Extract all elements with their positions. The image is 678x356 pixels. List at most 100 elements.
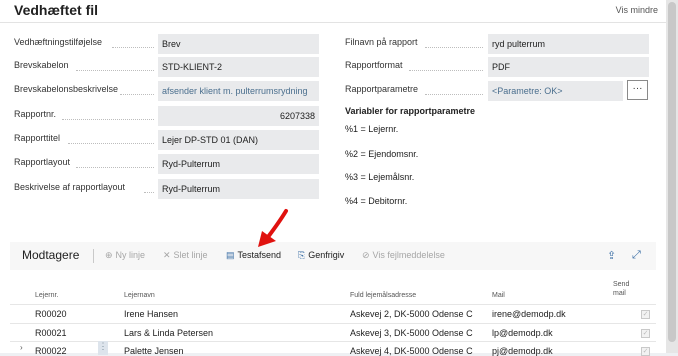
variable-line: %3 = Lejemålsnr. <box>345 172 415 182</box>
field-label: Filnavn på rapport <box>345 37 418 47</box>
field-value[interactable]: Brev <box>158 34 319 54</box>
header-line: mail <box>613 290 626 297</box>
field-rapportnr: Rapportnr. 6207338 <box>14 106 319 126</box>
field-label: Rapportnr. <box>14 109 57 119</box>
field-value[interactable]: Ryd-Pulterrum <box>158 179 319 199</box>
section-title: Vedhæftet fil <box>14 2 99 18</box>
field-filnavn: Filnavn på rapport ryd pulterrum <box>345 34 649 54</box>
field-label: Brevskabelon <box>14 60 69 70</box>
field-label: Brevskabelonsbeskrivelse <box>14 84 119 94</box>
column-header-send-mail[interactable]: Send mail <box>613 280 629 298</box>
recipients-subpage: Modtagere ⊕ Ny linje ✕ Slet linje ▤ Testafs… <box>10 242 656 356</box>
expand-icon[interactable]: ⤢ <box>632 249 641 262</box>
field-rapportlayout: Rapportlayout Ryd-Pulterrum <box>14 154 319 174</box>
cell-adresse: Askevej 3, DK-5000 Odense C <box>350 328 473 338</box>
new-line-button[interactable]: ⊕ Ny linje <box>105 250 145 261</box>
divider <box>0 22 666 23</box>
field-value[interactable]: Lejer DP-STD 01 (DAN) <box>158 130 319 150</box>
annotation-arrow-icon <box>258 209 288 247</box>
button-label: Ny linje <box>115 250 146 260</box>
cell-mail: lp@demodp.dk <box>492 328 553 338</box>
leader-dots <box>425 94 483 95</box>
cell-lejernavn: Lars & Linda Petersen <box>124 328 214 338</box>
leader-dots <box>76 167 154 168</box>
leader-dots <box>144 192 154 193</box>
header-line: Send <box>613 281 630 288</box>
leader-dots <box>62 119 154 120</box>
field-value[interactable]: <Parametre: OK> <box>488 81 623 101</box>
page-scrollbar[interactable] <box>666 0 678 353</box>
show-less-link[interactable]: Vis mindre <box>616 5 658 15</box>
cell-adresse: Askevej 2, DK-5000 Odense C <box>350 309 473 319</box>
leader-dots <box>425 47 483 48</box>
cell-mail: irene@demodp.dk <box>492 309 566 319</box>
cell-lejernavn: Palette Jensen <box>124 346 184 356</box>
variable-line: %4 = Debitornr. <box>345 196 408 206</box>
field-label: Rapportformat <box>345 60 403 70</box>
button-label: Slet linje <box>173 250 208 260</box>
field-vedhaeftningstilfoejelse: Vedhæftningstilføjelse Brev <box>14 34 319 54</box>
field-value[interactable]: Ryd-Pulterrum <box>158 154 319 174</box>
field-value[interactable]: afsender klient m. pulterrumsrydning <box>158 81 319 101</box>
variable-line: %2 = Ejendomsnr. <box>345 149 419 159</box>
field-rapporttitel: Rapporttitel Lejer DP-STD 01 (DAN) <box>14 130 319 150</box>
test-send-icon: ▤ <box>226 250 235 260</box>
leader-dots <box>409 70 483 71</box>
field-rapportparametre: Rapportparametre <Parametre: OK> <box>345 81 625 101</box>
send-mail-checkbox[interactable]: ✓ <box>641 347 650 356</box>
field-value[interactable]: STD-KLIENT-2 <box>158 57 319 77</box>
button-label: Genfrigiv <box>308 250 345 260</box>
column-header-lejernr[interactable]: Lejernr. <box>35 292 58 299</box>
show-error-button[interactable]: ⊘ Vis fejlmeddelelse <box>362 250 445 261</box>
button-label: Vis fejlmeddelelse <box>372 250 445 260</box>
show-error-icon: ⊘ <box>362 250 370 260</box>
column-header-mail[interactable]: Mail <box>492 292 505 299</box>
leader-dots <box>112 47 154 48</box>
delete-line-icon: ✕ <box>163 250 171 260</box>
field-label: Rapportparametre <box>345 84 419 94</box>
field-label: Beskrivelse af rapportlayout <box>14 182 126 192</box>
field-brevskabelonsbeskrivelse: Brevskabelonsbeskrivelse afsender klient… <box>14 81 319 101</box>
toolbar-separator <box>93 249 94 263</box>
test-send-button[interactable]: ▤ Testafsend <box>226 250 281 261</box>
field-rapportformat: Rapportformat PDF <box>345 57 649 77</box>
column-header-adresse[interactable]: Fuld lejemålsadresse <box>350 292 416 299</box>
send-mail-checkbox[interactable]: ✓ <box>641 310 650 319</box>
row-indicator-icon: › <box>20 343 23 352</box>
field-label: Rapportlayout <box>14 157 71 167</box>
leader-dots <box>68 143 154 144</box>
send-mail-checkbox[interactable]: ✓ <box>641 329 650 338</box>
new-line-icon: ⊕ <box>105 250 113 260</box>
cell-lejernr: R00021 <box>35 328 67 338</box>
cell-lejernavn: Irene Hansen <box>124 309 179 319</box>
divider <box>10 304 656 305</box>
cell-adresse: Askevej 4, DK-5000 Odense C <box>350 346 473 356</box>
release-icon: ⎘ <box>298 250 306 260</box>
leader-dots <box>120 94 154 95</box>
cell-mail: pj@demodp.dk <box>492 346 553 356</box>
recipients-grid: Lejernr. Lejernavn Fuld lejemålsadresse … <box>10 270 656 356</box>
field-value[interactable]: ryd pulterrum <box>488 34 649 54</box>
field-value[interactable]: 6207338 <box>158 106 319 126</box>
attachment-page: Vedhæftet fil Vis mindre Vedhæftningstil… <box>0 0 666 356</box>
cell-lejernr: R00020 <box>35 309 67 319</box>
recipients-toolbar: Modtagere ⊕ Ny linje ✕ Slet linje ▤ Testafs… <box>10 242 656 270</box>
release-button[interactable]: ⎘ Genfrigiv <box>298 250 344 261</box>
field-beskrivelse-rapportlayout: Beskrivelse af rapportlayout Ryd-Pulterr… <box>14 179 319 199</box>
variables-title: Variabler for rapportparametre <box>345 106 476 116</box>
recipients-title: Modtagere <box>22 248 80 262</box>
button-label: Testafsend <box>237 250 282 260</box>
leader-dots <box>76 70 154 71</box>
column-header-lejernavn[interactable]: Lejernavn <box>124 292 155 299</box>
variable-line: %1 = Lejernr. <box>345 124 399 134</box>
field-brevskabelon: Brevskabelon STD-KLIENT-2 <box>14 57 319 77</box>
scrollbar-thumb[interactable] <box>668 2 676 342</box>
assist-edit-button[interactable]: ··· <box>627 80 648 100</box>
cell-lejernr: R00022 <box>35 346 67 356</box>
delete-line-button[interactable]: ✕ Slet linje <box>163 250 208 261</box>
field-label: Vedhæftningstilføjelse <box>14 37 103 47</box>
field-label: Rapporttitel <box>14 133 61 143</box>
field-value[interactable]: PDF <box>488 57 649 77</box>
share-icon[interactable]: ⇪ <box>607 249 616 262</box>
divider <box>10 323 656 324</box>
